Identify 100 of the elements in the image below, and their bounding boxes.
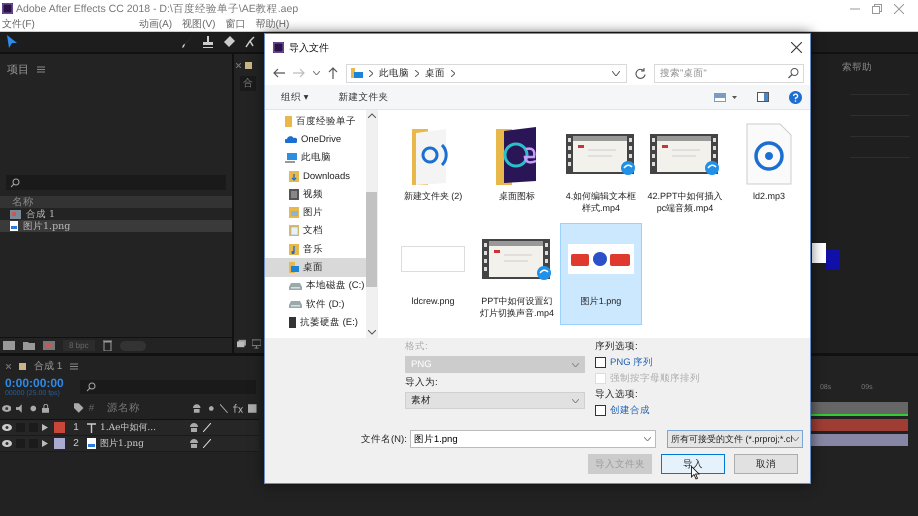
menu-icon[interactable]: [37, 66, 45, 73]
import-as-dropdown[interactable]: 素材: [405, 392, 585, 409]
menu-item[interactable]: 动画(A): [138, 17, 172, 31]
eye-icon[interactable]: [2, 424, 12, 431]
navigation-item[interactable]: 音乐: [265, 240, 366, 258]
lock-icon[interactable]: [42, 404, 50, 412]
file-item[interactable]: ld2.mp3: [728, 118, 810, 220]
file-item[interactable]: 新建文件夹 (2): [392, 118, 474, 220]
eye-icon[interactable]: [2, 404, 12, 412]
label-color-swatch[interactable]: [54, 438, 65, 449]
expand-icon[interactable]: [42, 424, 48, 431]
breadcrumb-item[interactable]: 此电脑: [379, 66, 409, 80]
navigation-item[interactable]: 图片: [265, 203, 366, 222]
chevron-right-icon[interactable]: [415, 70, 419, 76]
stroke-color-swatch[interactable]: [826, 248, 840, 268]
expand-icon[interactable]: [42, 440, 48, 447]
caret-icon[interactable]: [732, 96, 737, 98]
scroll-thumb[interactable]: [366, 192, 377, 286]
timeline-tab[interactable]: 合成 1: [34, 359, 62, 373]
menu-item[interactable]: 视图(V): [182, 17, 216, 31]
menu-item[interactable]: 帮助(H): [255, 17, 290, 31]
navigation-item[interactable]: 文档: [265, 222, 366, 240]
checkbox[interactable]: 创建合成: [595, 404, 700, 417]
filename-field[interactable]: 图片1.png: [410, 430, 656, 448]
file-item[interactable]: 42.PPT中如何插入pc端音频.mp4: [644, 118, 726, 220]
menu-item[interactable]: 文件(F): [2, 17, 35, 31]
toolbar-button[interactable]: 组织 ▾: [273, 88, 316, 106]
restore-icon[interactable]: [872, 4, 882, 14]
scrollbar[interactable]: [366, 110, 377, 338]
drive-icon: [289, 282, 302, 290]
help-search-field[interactable]: 索帮助: [842, 54, 910, 74]
trash-icon[interactable]: [102, 340, 112, 351]
dialog-button[interactable]: 导入: [661, 454, 725, 474]
menu-item[interactable]: 窗口: [225, 17, 246, 31]
navigation-item[interactable]: 视频: [265, 185, 366, 204]
file-type-dropdown[interactable]: 所有可接受的文件 (*.prproj;*.cl: [666, 430, 804, 448]
fill-color-swatch[interactable]: [812, 242, 826, 262]
comp-tab[interactable]: 合: [240, 76, 256, 91]
search-field[interactable]: 搜索"桌面": [654, 64, 804, 82]
project-item[interactable]: 图片1.png: [0, 220, 232, 232]
eye-icon[interactable]: [2, 440, 12, 447]
chevron-down-icon[interactable]: [612, 70, 620, 76]
timecode[interactable]: 0:00:00:00: [5, 376, 64, 390]
column-header[interactable]: 源名称: [106, 401, 188, 415]
navigation-item[interactable]: 抗萎硬盘 (E:): [265, 313, 366, 332]
back-arrow-icon[interactable]: [273, 68, 285, 78]
layer-row[interactable]: 2 图片1.png: [0, 436, 259, 452]
scroll-up-icon[interactable]: [368, 113, 376, 118]
navigation-item[interactable]: 此电脑: [265, 148, 366, 167]
dialog-button[interactable]: 取消: [734, 454, 798, 474]
folder-icon[interactable]: [23, 341, 35, 350]
layer-row[interactable]: 1 1.Ae中如何...: [0, 420, 259, 436]
chevron-right-icon[interactable]: [369, 70, 373, 76]
navigation-item[interactable]: 百度经验单子: [265, 112, 366, 130]
refresh-icon[interactable]: [635, 68, 646, 78]
file-item[interactable]: ldcrew.png: [392, 223, 474, 325]
toolbar-button[interactable]: 新建文件夹: [330, 88, 396, 106]
close-icon[interactable]: [791, 42, 802, 53]
up-arrow-icon[interactable]: [328, 67, 338, 79]
project-item[interactable]: 合成 1: [0, 208, 232, 220]
address-bar[interactable]: 此电脑 桌面: [346, 64, 627, 82]
preview-pane-icon[interactable]: [757, 92, 769, 102]
audio-file-icon: [746, 123, 792, 185]
file-item[interactable]: PPT中如何设置幻灯片切换声音.mp4: [476, 223, 558, 325]
column-header[interactable]: 名称: [0, 196, 232, 208]
tag-icon[interactable]: [74, 403, 84, 413]
menu-icon[interactable]: [70, 362, 78, 370]
stamp-icon[interactable]: [202, 35, 214, 49]
navigation-item[interactable]: OneDrive: [265, 130, 366, 149]
checkbox[interactable]: PNG 序列: [595, 356, 700, 369]
navigation-item[interactable]: Downloads: [265, 166, 366, 186]
document-folder-icon: [289, 225, 299, 236]
help-icon[interactable]: [789, 90, 802, 104]
snapshot-icon[interactable]: [237, 339, 246, 348]
label-color-swatch[interactable]: [54, 422, 65, 433]
folder-icon: [351, 68, 363, 78]
layer-name: 图片1.png: [100, 438, 145, 450]
work-area-bar[interactable]: [810, 402, 908, 416]
file-item[interactable]: 桌面图标: [476, 118, 558, 220]
breadcrumb-item[interactable]: 桌面: [425, 66, 445, 80]
search-field[interactable]: [80, 380, 256, 394]
navigation-item[interactable]: 本地磁盘 (C:): [265, 276, 366, 295]
app-icon: [2, 3, 13, 14]
chevron-right-icon[interactable]: [451, 70, 455, 76]
navigation-item[interactable]: 软件 (D:): [265, 294, 366, 314]
file-item[interactable]: 图片1.png: [560, 223, 642, 325]
chevron-down-icon[interactable]: [313, 71, 320, 75]
file-item[interactable]: 4.如何编辑文本框样式.mp4: [560, 118, 642, 220]
chevron-down-icon: [572, 362, 579, 366]
view-options-icon[interactable]: [714, 92, 726, 102]
fx-icon[interactable]: [233, 404, 244, 412]
scroll-down-icon[interactable]: [368, 330, 376, 335]
eraser-icon[interactable]: [223, 35, 235, 49]
pointer-icon[interactable]: [6, 35, 18, 49]
navigation-item[interactable]: 桌面: [265, 258, 366, 277]
search-field[interactable]: [6, 175, 226, 190]
field-label: 导入为:: [405, 376, 439, 389]
dot-icon[interactable]: [30, 404, 37, 412]
monitor-icon[interactable]: [252, 339, 261, 349]
slash-icon[interactable]: [220, 404, 228, 412]
